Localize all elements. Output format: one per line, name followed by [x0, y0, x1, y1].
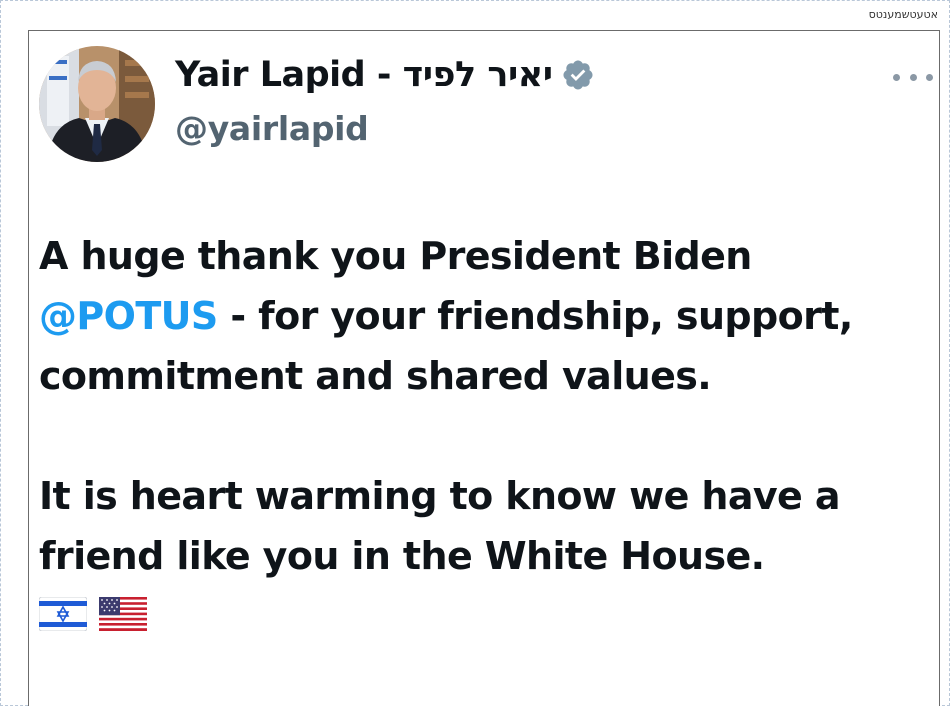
tweet-line-3: commitment and shared values.: [39, 354, 712, 398]
tweet-line-5: friend like you in the White House.: [39, 534, 765, 578]
tweet-line-1: A huge thank you President Biden: [39, 234, 752, 278]
tweet-line-4: It is heart warming to know we have a: [39, 474, 840, 518]
tweet-card: Yair Lapid - יאיר לפיד @yairlapid A huge…: [28, 30, 940, 706]
tweet-line-2-text: - for your friendship, support,: [217, 294, 853, 338]
author-handle[interactable]: @yairlapid: [175, 109, 369, 148]
avatar[interactable]: [39, 46, 155, 162]
mention-link[interactable]: @POTUS: [39, 294, 218, 338]
us-flag-icon: [99, 597, 147, 631]
dot: [909, 73, 917, 81]
flag-emojis: [39, 597, 147, 631]
dot: [893, 73, 900, 81]
more-options-icon[interactable]: [893, 67, 933, 87]
author-display-name[interactable]: Yair Lapid - יאיר לפיד: [175, 55, 595, 95]
verified-badge-icon: [561, 58, 595, 92]
author-name-text: Yair Lapid - יאיר לפיד: [175, 55, 553, 95]
avatar-image: [39, 46, 155, 162]
tweet-line-2: @POTUS - for your friendship, support,: [39, 286, 919, 346]
dot: [926, 73, 933, 81]
tweet-body: A huge thank you President Biden @POTUS …: [39, 226, 919, 586]
attachments-caption: אטעטשמענטס: [868, 8, 938, 21]
israel-flag-icon: [39, 597, 87, 631]
